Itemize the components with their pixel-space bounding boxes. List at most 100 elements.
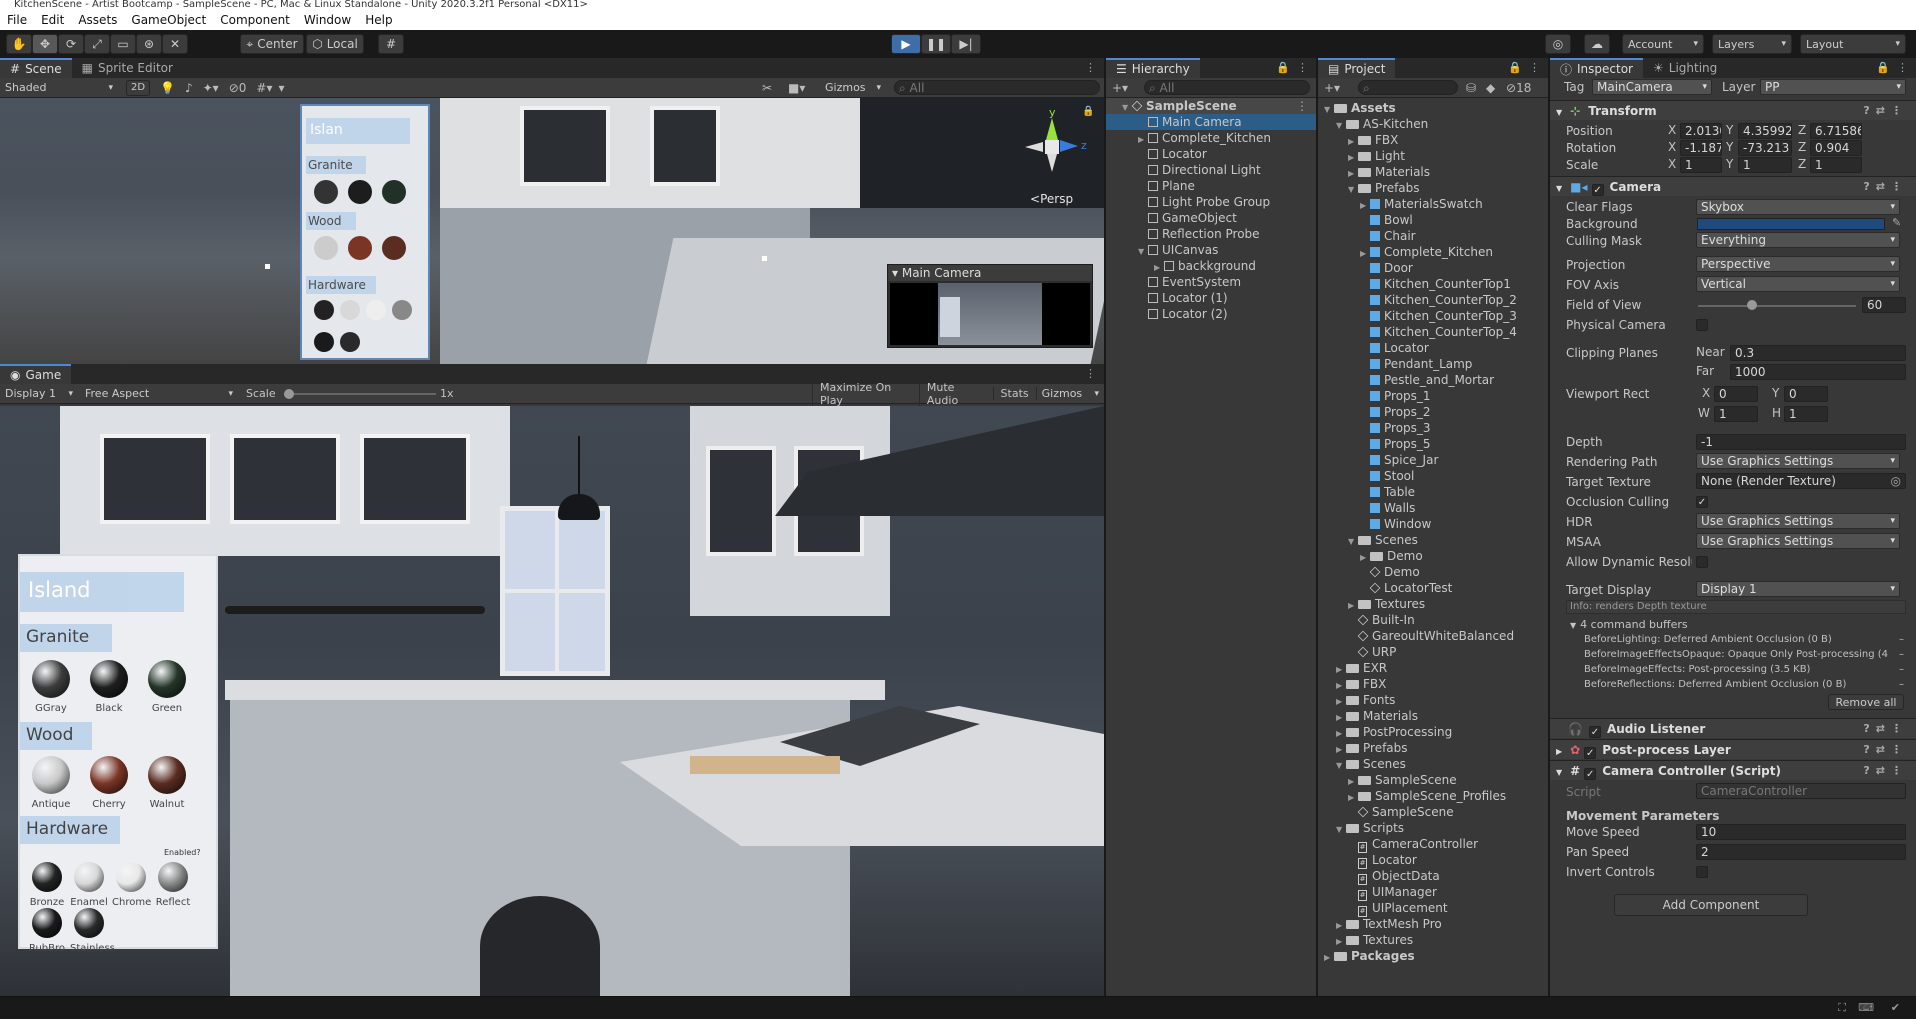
remove-all-button[interactable]: Remove all [1828,694,1904,710]
more-icon[interactable]: ▾ [278,81,284,95]
project-item[interactable]: LocatorTest [1318,580,1548,596]
layout-dropdown[interactable]: Layout [1800,34,1906,54]
panel-menu-icon[interactable]: ⋮ [1529,61,1540,74]
project-item[interactable]: # UIPlacement [1318,900,1548,917]
project-item[interactable]: ▶ Demo [1318,548,1548,564]
command-buffer-item[interactable]: BeforeReflections: Deferred Ambient Occl… [1584,679,1904,691]
material-swatch[interactable]: Enamel [70,862,108,908]
scale-tool-icon[interactable]: ⤢ [84,34,110,54]
collab-icon[interactable]: ◎ [1545,34,1571,54]
project-item[interactable]: Door [1318,260,1548,276]
project-item[interactable]: # ObjectData [1318,868,1548,885]
gizmo-x-arrow[interactable] [1025,142,1043,152]
project-item[interactable]: ▶ Materials [1318,164,1548,180]
stats-toggle[interactable]: Stats [992,387,1036,400]
custom-tool-icon[interactable]: ✕ [162,34,188,54]
scene-search-input[interactable]: ⌕ All [894,80,1100,95]
project-item[interactable]: Demo [1318,564,1548,580]
layer-dropdown[interactable]: PP [1760,79,1906,95]
hierarchy-item[interactable]: Main Camera [1106,114,1316,130]
selection-handle[interactable] [762,256,767,261]
camera-controller-checkbox[interactable]: ✓ [1584,768,1597,780]
project-item[interactable]: ▶ FBX [1318,132,1548,148]
project-item[interactable]: Bowl [1318,212,1548,228]
project-item[interactable]: Locator [1318,340,1548,356]
pan-speed-field[interactable]: 2 [1696,844,1906,860]
project-item[interactable]: Props_3 [1318,420,1548,436]
hierarchy-item[interactable]: Directional Light [1106,162,1316,178]
hand-tool-icon[interactable]: ✋ [6,34,32,54]
project-item[interactable]: Props_5 [1318,436,1548,452]
project-item[interactable]: Spice_Jar [1318,452,1548,468]
camera-header[interactable]: ▼ ■◂ ✓ Camera ?⇄⋮ [1550,176,1916,196]
material-swatch[interactable]: Stainless [70,908,115,954]
play-button[interactable]: ▶ [891,34,921,54]
material-swatch[interactable]: Bronze [28,862,66,908]
project-item[interactable]: Stool [1318,468,1548,484]
command-buffer-item[interactable]: BeforeLighting: Deferred Ambient Occlusi… [1584,634,1904,646]
hierarchy-item[interactable]: Plane [1106,178,1316,194]
command-buffer-item[interactable]: BeforeImageEffects: Post-processing (3.5… [1584,664,1904,676]
viewport-x-field[interactable]: 0 [1714,386,1758,402]
progress-icon[interactable]: ⌨ [1858,1001,1874,1014]
audio-listener-header[interactable]: 🎧 ✓ Audio Listener ?⇄⋮ [1550,718,1916,738]
tab-sprite-editor[interactable]: ▦ Sprite Editor [72,58,183,78]
rotation-y-field[interactable]: -73.213 [1738,140,1792,156]
project-item[interactable]: ▼ Scenes [1318,756,1548,772]
pivot-local-button[interactable]: ⬡ Local [306,34,364,54]
scale-slider[interactable] [284,389,436,399]
viewport-h-field[interactable]: 1 [1784,406,1828,422]
lighting-toggle-icon[interactable]: 💡 [160,81,175,95]
project-item[interactable]: Kitchen_CounterTop_3 [1318,308,1548,324]
tab-game[interactable]: ◉ Game [0,364,72,384]
panel-menu-icon[interactable]: ⋮ [1897,61,1908,74]
rect-tool-icon[interactable]: ▭ [110,34,136,54]
hierarchy-item[interactable]: Light Probe Group [1106,194,1316,210]
rotate-tool-icon[interactable]: ⟳ [58,34,84,54]
viewport-y-field[interactable]: 0 [1784,386,1828,402]
gizmo-y-arrow[interactable] [1046,118,1058,140]
move-speed-field[interactable]: 10 [1696,824,1906,840]
position-x-field[interactable]: 2.01304 [1680,123,1722,139]
hierarchy-item[interactable]: ▼ UICanvas [1106,242,1316,258]
component-menu-icons[interactable]: ?⇄⋮ [1863,101,1908,121]
game-gizmos-dropdown[interactable]: Gizmos [1035,387,1104,400]
project-item[interactable]: ▶ PostProcessing [1318,724,1548,740]
transform-tool-icon[interactable]: ⊛ [136,34,162,54]
grid-snap-icon[interactable]: # [378,34,404,54]
project-item[interactable]: ▶ MaterialsSwatch [1318,196,1548,212]
camera-controller-header[interactable]: ▼ # ✓ Camera Controller (Script) ?⇄⋮ [1550,760,1916,780]
hierarchy-item[interactable]: EventSystem [1106,274,1316,290]
game-viewport[interactable]: Island Granite GGray Black Green Wood Anti… [0,406,1104,996]
viewport-w-field[interactable]: 1 [1714,406,1758,422]
component-menu-icons[interactable]: ?⇄⋮ [1863,177,1908,197]
project-item[interactable]: GareoultWhiteBalanced [1318,628,1548,644]
rendering-path-dropdown[interactable]: Use Graphics Settings [1696,453,1900,469]
material-swatch[interactable]: GGray [28,660,74,714]
project-item[interactable]: Kitchen_CounterTop_4 [1318,324,1548,340]
add-icon[interactable]: +▾ [1324,81,1340,95]
project-item[interactable]: ▼ Scripts [1318,820,1548,836]
menu-file[interactable]: File [0,10,34,30]
material-swatch[interactable]: Antique [28,756,74,810]
transform-header[interactable]: ▼ ⊹ Transform ?⇄⋮ [1550,100,1916,120]
material-swatch[interactable]: RubBro [28,908,66,954]
add-component-button[interactable]: Add Component [1614,894,1808,916]
project-item[interactable]: ▶ Light [1318,148,1548,164]
project-item[interactable]: # CameraController [1318,836,1548,853]
far-field[interactable]: 1000 [1730,364,1906,380]
rotation-x-field[interactable]: -1.187 [1680,140,1722,156]
gizmos-dropdown[interactable]: Gizmos [820,81,886,94]
eyedropper-icon[interactable]: ✎ [1892,216,1901,229]
project-item[interactable]: ▶ SampleScene [1318,772,1548,788]
project-item[interactable]: Pestle_and_Mortar [1318,372,1548,388]
project-item[interactable]: # UIManager [1318,884,1548,901]
command-buffer-item[interactable]: BeforeImageEffectsOpaque: Opaque Only Po… [1584,649,1904,661]
persp-label[interactable]: <Persp [1030,192,1073,206]
project-item[interactable]: SampleScene [1318,804,1548,820]
lock-icon[interactable]: 🔒 [1276,61,1290,74]
target-display-dropdown[interactable]: Display 1 [1696,581,1900,597]
project-item[interactable]: Pendant_Lamp [1318,356,1548,372]
camera-icon[interactable]: ■▾ [788,81,805,95]
depth-field[interactable]: -1 [1696,434,1906,450]
